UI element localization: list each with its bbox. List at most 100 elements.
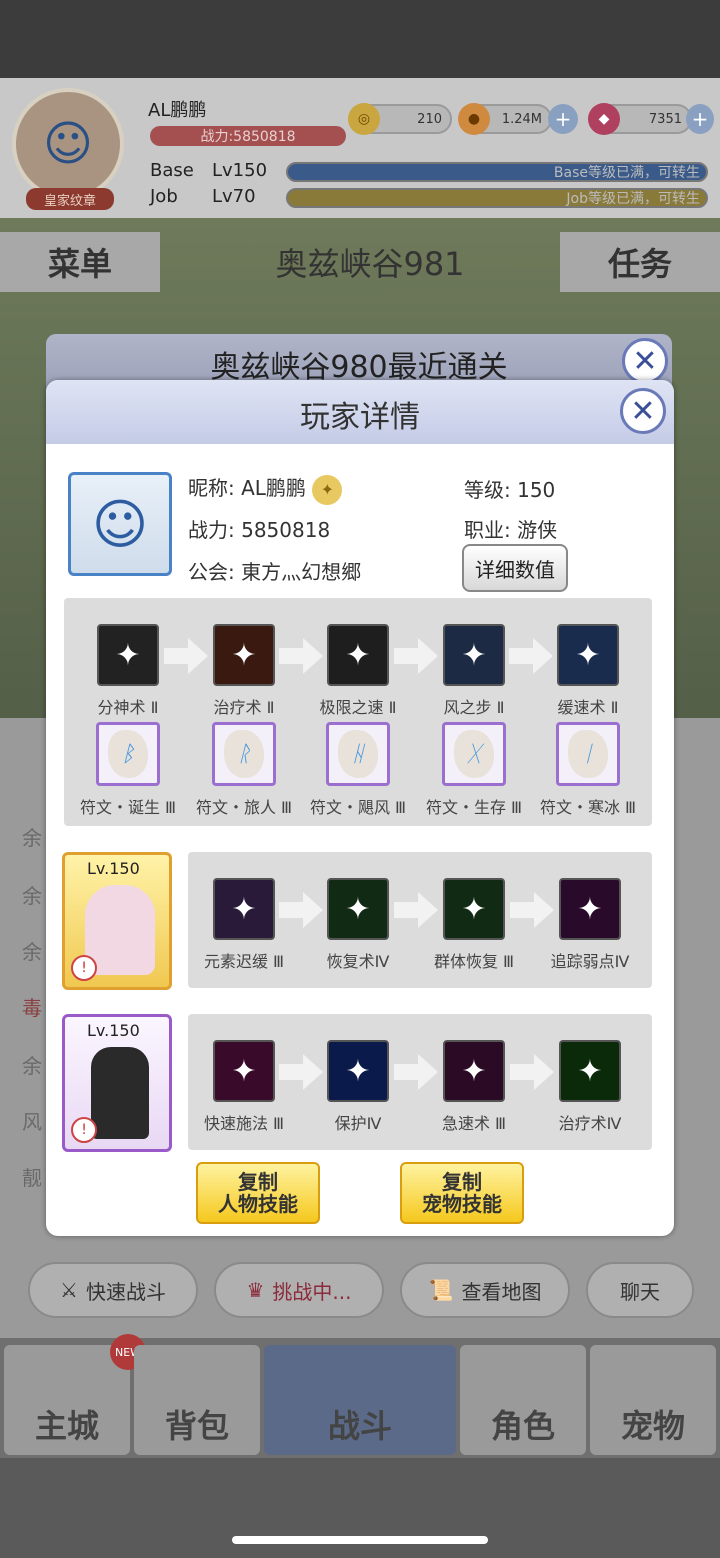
pet-rank-icon: !: [71, 955, 97, 981]
wind-step-icon: ✦: [443, 624, 505, 686]
nav-character[interactable]: 角色: [460, 1345, 586, 1455]
sequence-arrow: [394, 1064, 418, 1080]
close-icon[interactable]: ✕: [622, 338, 668, 384]
group-recover-icon: ✦: [443, 878, 505, 940]
rune-item[interactable]: ᛒ 符文・诞生 Ⅲ: [73, 722, 183, 818]
rank-medal-icon: ✦: [312, 474, 343, 505]
copy-pet-line2: 宠物技能: [422, 1192, 502, 1216]
add-zeny-button[interactable]: +: [548, 104, 578, 134]
resource-coin: ◎ 210: [348, 103, 452, 135]
sprint-icon: ✦: [327, 624, 389, 686]
nickname-label: 昵称:: [188, 476, 235, 500]
rune-item[interactable]: ᚷ 符文・生存 Ⅲ: [419, 722, 529, 818]
royal-badge: 皇家纹章: [26, 188, 114, 210]
guild-value: 東方灬幻想郷: [241, 560, 362, 584]
add-gem-button[interactable]: +: [686, 104, 714, 134]
zeny-icon: ●: [458, 103, 490, 135]
chat-button[interactable]: 聊天: [586, 1262, 694, 1318]
skill-item[interactable]: ✦ 恢复术Ⅳ: [303, 878, 413, 972]
sequence-arrow: [279, 902, 303, 918]
status-bar: [0, 0, 720, 78]
copy-character-skills-button[interactable]: 复制 人物技能: [196, 1162, 320, 1224]
rune-item[interactable]: ᚺ 符文・飓风 Ⅲ: [303, 722, 413, 818]
player-portrait: ☺: [68, 472, 172, 576]
level-value: 150: [517, 478, 556, 502]
dialog-title: 玩家详情: [300, 400, 420, 435]
skill-item[interactable]: ✦ 治疗术 Ⅱ: [189, 624, 299, 718]
rune-name: 符文・飓风 Ⅲ: [309, 798, 407, 817]
player-power: 战力:5850818: [150, 126, 346, 146]
skill-item[interactable]: ✦ 群体恢复 Ⅲ: [419, 878, 529, 972]
job-label: 职业:: [464, 518, 511, 542]
rune-name: 符文・生存 Ⅲ: [425, 798, 523, 817]
sequence-arrow: [164, 648, 188, 664]
nav-battle[interactable]: 战斗: [264, 1345, 456, 1455]
skill-item[interactable]: ✦ 保护Ⅳ: [303, 1040, 413, 1134]
skill-name: 分神术 Ⅱ: [97, 698, 159, 717]
home-indicator[interactable]: [232, 1536, 488, 1544]
quick-battle-icon: ⚔: [60, 1278, 78, 1302]
rune-stone-icon: ᚷ: [442, 722, 506, 786]
copy-pet-line1: 复制: [442, 1170, 482, 1194]
rune-name: 符文・诞生 Ⅲ: [79, 798, 177, 817]
pet-card-2[interactable]: Lv.150 !: [62, 1014, 172, 1152]
rune-item[interactable]: ᚱ 符文・旅人 Ⅲ: [189, 722, 299, 818]
challenge-button[interactable]: ♛ 挑战中...: [214, 1262, 384, 1318]
nav-main-city[interactable]: 主城: [4, 1345, 130, 1455]
heal-heart-icon: ✦: [213, 624, 275, 686]
resource-zeny: ● 1.24M: [458, 103, 552, 135]
challenge-label: 挑战中...: [272, 1279, 352, 1304]
view-map-button[interactable]: 📜 查看地图: [400, 1262, 570, 1318]
skill-item[interactable]: ✦ 急速术 Ⅲ: [419, 1040, 529, 1134]
level-row: 等级: 150: [464, 474, 555, 503]
skill-item[interactable]: ✦ 元素迟缓 Ⅲ: [189, 878, 299, 972]
nickname-row: 昵称: AL鹏鹏 ✦: [188, 472, 343, 505]
skill-name: 元素迟缓 Ⅲ: [203, 952, 285, 971]
job-exp-bar: Job等级已满，可转生: [286, 188, 708, 208]
skill-item[interactable]: ✦ 极限之速 Ⅱ: [303, 624, 413, 718]
rune-item[interactable]: ᛁ 符文・寒冰 Ⅲ: [533, 722, 643, 818]
power-row: 战力: 5850818: [188, 514, 330, 543]
skill-item[interactable]: ✦ 风之步 Ⅱ: [419, 624, 529, 718]
close-icon[interactable]: ✕: [620, 388, 666, 434]
skill-name: 极限之速 Ⅱ: [319, 698, 397, 717]
resource-value: 210: [417, 111, 442, 127]
job-label: Job: [150, 186, 178, 207]
menu-button[interactable]: 菜单: [0, 232, 160, 292]
skill-item[interactable]: ✦ 追踪弱点Ⅳ: [535, 878, 645, 972]
skill-item[interactable]: ✦ 分神术 Ⅱ: [73, 624, 183, 718]
skill-name: 急速术 Ⅲ: [441, 1114, 507, 1133]
pet-card-1[interactable]: Lv.150 !: [62, 852, 172, 990]
rune-name: 符文・寒冰 Ⅲ: [539, 798, 637, 817]
sequence-arrow: [279, 648, 303, 664]
nickname-value: AL鹏鹏: [241, 476, 306, 500]
skill-name: 缓速术 Ⅱ: [557, 698, 619, 717]
quick-battle-button[interactable]: ⚔ 快速战斗: [28, 1262, 198, 1318]
skill-name: 保护Ⅳ: [334, 1114, 382, 1133]
copy-char-line2: 人物技能: [218, 1192, 298, 1216]
quick-battle-label: 快速战斗: [85, 1279, 166, 1304]
nav-pet[interactable]: 宠物: [590, 1345, 716, 1455]
gem-icon: ◆: [588, 103, 620, 135]
job-level: Lv70: [212, 186, 256, 207]
detail-stats-button[interactable]: 详细数值: [462, 544, 568, 592]
element-cube-icon: ✦: [213, 878, 275, 940]
shield-icon: ✦: [327, 1040, 389, 1102]
skill-item[interactable]: ✦ 治疗术Ⅳ: [535, 1040, 645, 1134]
sequence-arrow: [394, 648, 418, 664]
slow-icon: ✦: [557, 624, 619, 686]
sequence-arrow: [510, 1064, 534, 1080]
pet-level: Lv.150: [87, 1021, 140, 1040]
map-name: 奥兹峡谷981: [275, 245, 465, 283]
nav-backpack[interactable]: 背包: [134, 1345, 260, 1455]
task-button[interactable]: 任务: [560, 232, 720, 292]
skill-item[interactable]: ✦ 快速施法 Ⅲ: [189, 1040, 299, 1134]
sequence-arrow: [510, 902, 534, 918]
copy-char-line1: 复制: [238, 1170, 278, 1194]
pet-illustration: [91, 1047, 149, 1139]
player-avatar[interactable]: ☺: [12, 88, 124, 200]
copy-pet-skills-button[interactable]: 复制 宠物技能: [400, 1162, 524, 1224]
haste-icon: ✦: [443, 1040, 505, 1102]
rune-stone-icon: ᚱ: [212, 722, 276, 786]
skill-item[interactable]: ✦ 缓速术 Ⅱ: [533, 624, 643, 718]
